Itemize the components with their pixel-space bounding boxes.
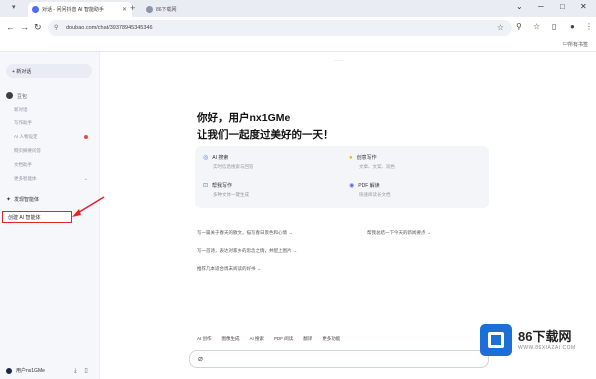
edit-icon: ⊡ [203,183,209,189]
card-title: 创意写作 [356,155,377,161]
sidebar-item-label: 更多智能体 [14,176,37,181]
forward-arrow-icon[interactable]: → [20,22,29,32]
tool-shortcuts: AI 创作 图像生成 AI 搜索 PDF 阅读 翻译 更多功能 [197,336,340,342]
top-handle: ····· [334,58,344,64]
tab-doubao-chat[interactable]: 对话 - 问问抖音 AI 智能助手 ✕ [28,2,132,17]
sidebar-item-label: 写作助手 [14,120,32,125]
watermark-logo-icon [480,324,512,356]
suggestion-prompt[interactable]: 写一篇关于春天的散文，描写春日景色和心情 → [197,230,293,236]
discover-agents-label: 发现智能体 [14,197,40,203]
site-watermark: 86下载网 WWW.86XIAZAI.COM [480,322,590,358]
notification-dot [84,135,88,139]
sidebar-item-label: 文档助手 [14,162,32,167]
zoom-icon[interactable]: ⚲ [516,22,522,31]
new-tab-button[interactable]: + [130,3,135,13]
document-icon: ◉ [349,183,355,189]
user-avatar [6,367,12,374]
back-arrow-icon[interactable]: ← [6,22,15,32]
suggestion-prompt[interactable]: 帮我总结一下今天的新闻要点 → [367,230,431,236]
sidebar-item[interactable]: 文档助手 [14,162,94,168]
card-title: 帮我写作 [212,183,233,189]
card-title: PDF 解读 [358,183,380,189]
username-label: 用户nx1GMe [16,368,45,374]
suggestion-prompt[interactable]: 写一首诗，表达对家乡的思念之情，并配上图片 → [197,248,297,254]
sidebar-item[interactable]: 网页摘要问答 [14,148,94,154]
sidebar-item[interactable]: 新对话 [14,107,94,113]
card-subtitle: 快速阅读长文档 [359,192,391,197]
menu-icon[interactable]: ⋮ [585,22,593,31]
profile-icon[interactable]: ● [570,22,575,31]
sidebar-item[interactable]: AI 人物设定 [14,134,94,140]
pen-icon: ● [349,154,353,161]
url-text: doubao.com/chat/39378945345346 [66,25,153,31]
greeting-title: 你好，用户nx1GMe [197,112,291,124]
bot-avatar [6,92,13,99]
feature-card[interactable]: ◎ AI 搜索 实时信息搜索与回答 [203,154,333,170]
card-subtitle: 多种文体一键生成 [213,192,249,197]
tab-dropdown-icon[interactable]: ⌄ [516,2,523,11]
feature-card[interactable]: ◉ PDF 解读 快速阅读长文档 [349,182,479,198]
tool-search[interactable]: AI 搜索 [250,336,265,342]
sparkle-icon: ✦ [6,197,12,203]
doubao-favicon-icon [32,6,39,13]
sidebar-footer-icons: ⤓ ▯ [74,367,88,375]
tab-second[interactable]: 86下载网 [140,2,232,17]
card-title: AI 搜索 [212,155,229,161]
new-chat-button[interactable]: + 新对话 [6,64,92,78]
watermark-brand: 86下载网 [518,329,572,344]
all-bookmarks-link[interactable]: 所有书签 [568,41,588,48]
collapse-icon[interactable]: ▯ [84,368,87,374]
download-icon[interactable]: ⤓ [74,368,77,374]
greeting-subtitle: 让我们一起度过美好的一天！ [197,129,334,141]
bookmark-star-icon[interactable]: ☆ [497,23,504,32]
create-ai-agent-button[interactable]: 创建 AI 智能体 [2,211,72,223]
discover-agents-link[interactable]: ✦ 发现智能体 [6,196,39,203]
chevron-down-icon: ⌄ [83,176,88,182]
tool-more[interactable]: 更多功能 [322,336,340,342]
sidebar-item-label: AI 人物设定 [14,134,38,139]
create-ai-agent-label: 创建 AI 智能体 [8,214,41,221]
close-window-icon[interactable]: ✕ [580,2,587,11]
app-sidebar: + 新对话 豆包 新对话 写作助手 AI 人物设定 网页摘要问答 文档助手 更多… [0,52,100,379]
tool-image[interactable]: 图像生成 [222,336,240,342]
bookmarks-bar: ▭ 所有书签 [0,39,596,52]
search-icon: ◎ [203,155,209,161]
tab-search-icon[interactable]: ▾ [12,3,16,11]
sidebar-section-title: 豆包 [17,94,28,100]
sidepanel-icon[interactable]: ▯ [552,22,556,31]
tab-label: 86下载网 [156,7,177,13]
feature-card[interactable]: ● 创意写作 文章、文案、润色 [349,154,479,170]
tool-translate[interactable]: 翻译 [303,336,312,342]
reload-icon[interactable]: ↻ [34,22,42,33]
sidebar-item[interactable]: 写作助手 [14,120,94,126]
browser-toolbar: ← → ↻ ⚲ doubao.com/chat/39378945345346 ☆… [0,17,596,39]
minimize-icon[interactable]: ─ [538,2,544,11]
close-tab-icon[interactable]: ✕ [122,6,127,13]
sidebar-item-label: 网页摘要问答 [14,148,41,153]
user-profile[interactable]: 用户nx1GMe [6,367,45,374]
watermark-url: WWW.86XIAZAI.COM [518,345,576,351]
card-subtitle: 文章、文案、润色 [359,164,395,169]
address-bar[interactable]: ⚲ doubao.com/chat/39378945345346 ☆ [48,20,512,36]
feature-card[interactable]: ⊡ 帮我写作 多种文体一键生成 [203,182,333,198]
attachment-icon[interactable]: ⌀ [198,354,203,363]
suggestion-prompt[interactable]: 推荐几本适合周末阅读的好书 → [197,266,261,272]
sidebar-item-label: 新对话 [14,107,28,112]
browser-tab-strip: ▾ 对话 - 问问抖音 AI 智能助手 ✕ + 86下载网 ⌄ ─ □ ✕ [0,0,596,17]
maximize-icon[interactable]: □ [560,2,565,11]
feature-cards: ◎ AI 搜索 实时信息搜索与回答 ● 创意写作 文章、文案、润色 ⊡ 帮我写作 多种… [195,146,489,208]
site-info-icon[interactable]: ⚲ [54,24,58,31]
chat-input[interactable]: ⌀ [189,350,489,368]
tab-label: 对话 - 问问抖音 AI 智能助手 [42,7,104,13]
tool-ai-create[interactable]: AI 创作 [197,336,212,342]
sidebar-item[interactable]: 更多智能体 ⌄ [14,176,94,182]
star-icon[interactable]: ☆ [533,22,540,31]
tool-pdf[interactable]: PDF 阅读 [274,336,293,342]
page-favicon-icon [146,6,153,13]
card-subtitle: 实时信息搜索与回答 [213,164,254,169]
